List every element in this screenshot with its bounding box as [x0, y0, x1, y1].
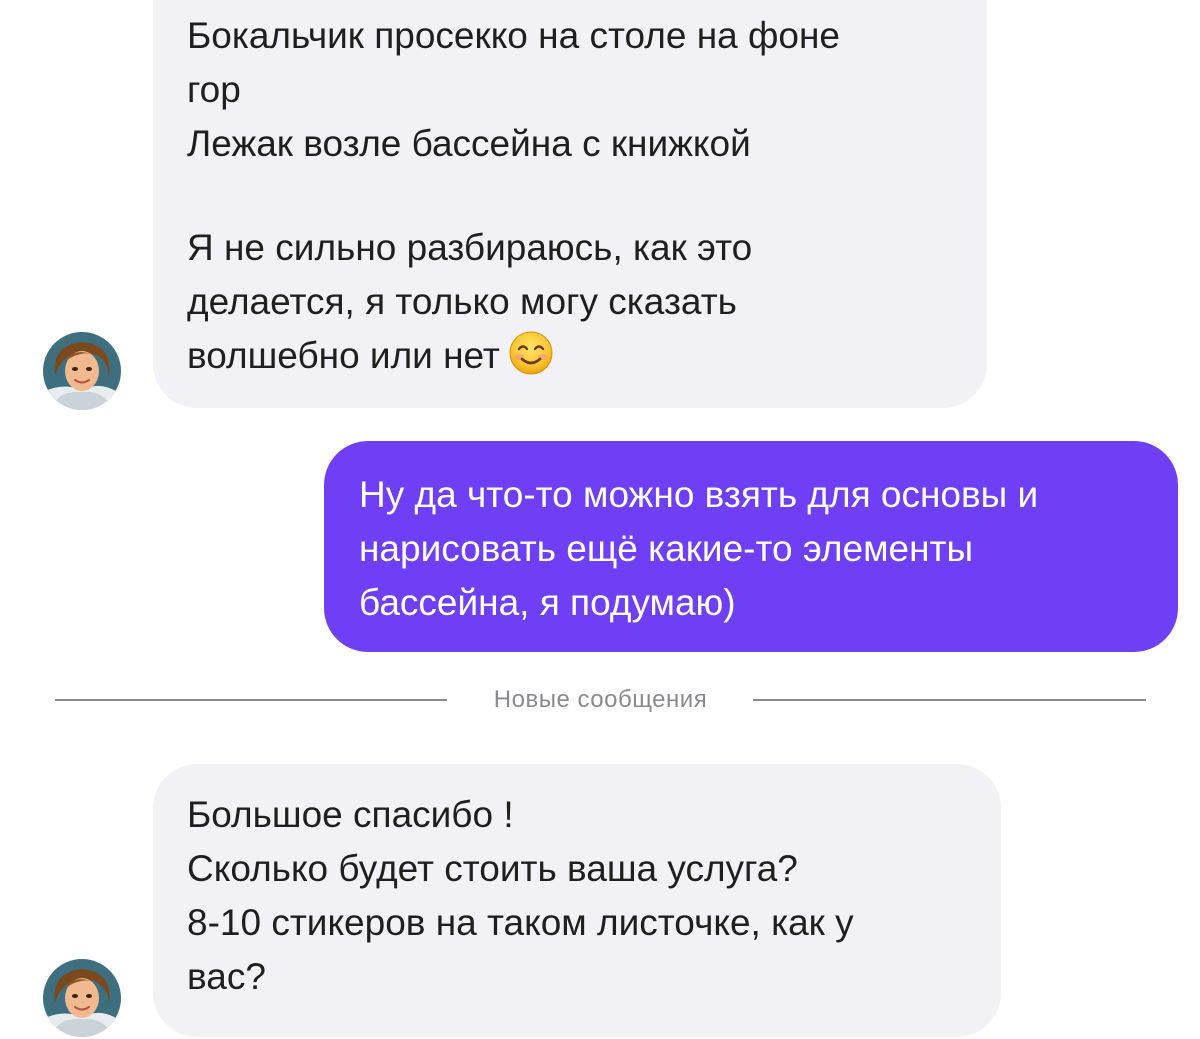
contact-avatar[interactable] — [43, 332, 121, 410]
message-text-line: делается, я только могу сказать — [187, 281, 737, 322]
message-text-line: Я не сильно разбираюсь, как это — [187, 227, 753, 268]
new-messages-label: Новые сообщения — [493, 686, 708, 713]
incoming-message-bubble[interactable]: Бокальчик просекко на столе на фоне гор … — [153, 0, 987, 408]
message-text-line: Сколько будет стоить ваша услуга? — [187, 848, 798, 889]
message-text-line: 8-10 стикеров на таком листочке, как у — [187, 902, 854, 943]
message-text-line: Большое спасибо ! — [187, 794, 514, 835]
message-text-line: вас? — [187, 956, 266, 997]
message-text-line: гор — [187, 69, 241, 110]
outgoing-message-bubble[interactable]: Ну да что-то можно взять для основы и на… — [324, 441, 1178, 652]
contact-avatar[interactable] — [43, 959, 121, 1037]
message-text-line: бассейна, я подумаю) — [359, 582, 736, 623]
smiling-face-icon — [508, 330, 554, 391]
message-text-line: нарисовать ещё какие-то элементы — [359, 528, 974, 569]
message-text-line: Бокальчик просекко на столе на фоне — [187, 15, 841, 56]
message-text-segment: волшебно или нет — [187, 335, 500, 376]
new-messages-divider: Новые сообщения — [55, 680, 1146, 720]
message-text-line: Лежак возле бассейна с книжкой — [187, 123, 751, 164]
message-text-line: волшебно или нет — [187, 329, 967, 391]
message-text-line: Ну да что-то можно взять для основы и — [359, 474, 1039, 515]
incoming-message-bubble[interactable]: Большое спасибо ! Сколько будет стоить в… — [153, 764, 1001, 1037]
